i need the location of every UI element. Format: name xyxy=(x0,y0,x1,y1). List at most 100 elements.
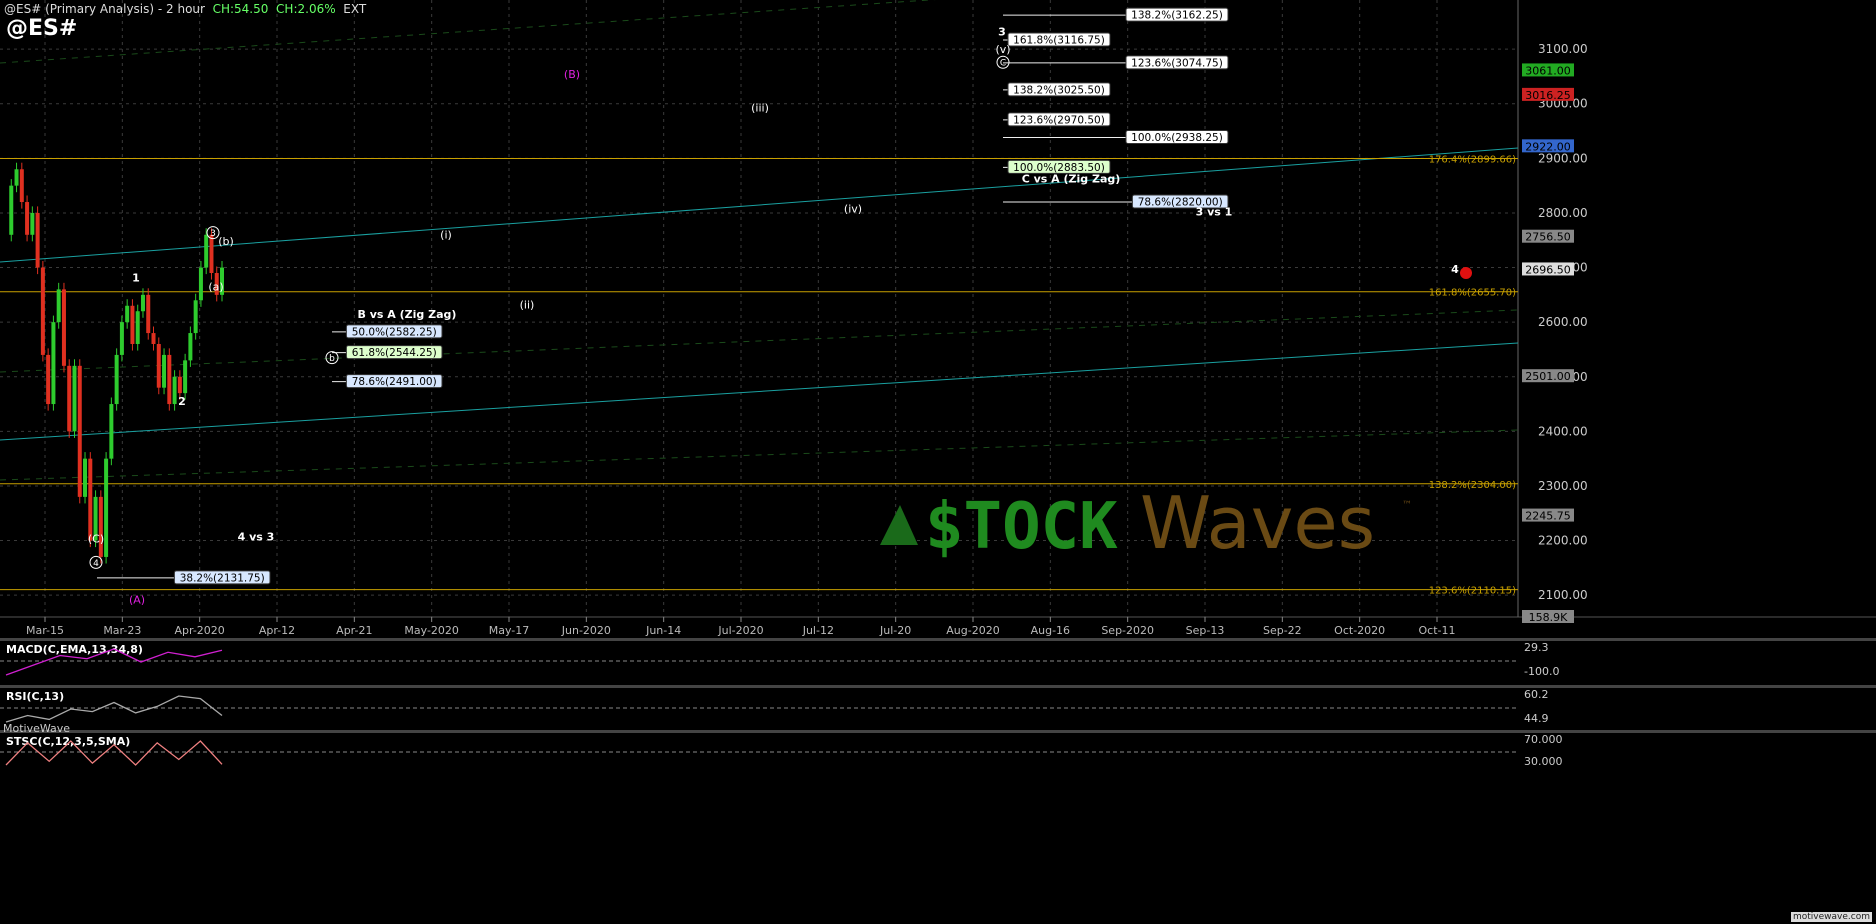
candle-body xyxy=(30,212,35,235)
candle-body xyxy=(156,343,161,388)
xtick-label: Aug-16 xyxy=(1031,624,1070,637)
xtick-label: Jul-2020 xyxy=(717,624,763,637)
fib-level-label: 123.6%(2110.15) xyxy=(1429,586,1516,597)
candle-body xyxy=(162,354,167,388)
panel-ytick-label: 70.000 xyxy=(1524,733,1563,746)
channel-dash-3 xyxy=(0,309,1519,373)
candle-body xyxy=(109,404,114,459)
candle-body xyxy=(130,305,135,344)
logo-stock-text: $TOCK xyxy=(925,490,1118,564)
footer-link[interactable]: motivewave.com xyxy=(1791,912,1872,922)
candle-body xyxy=(167,354,172,405)
wave-circle-label: C xyxy=(1000,59,1006,69)
xtick-label: Jun-2020 xyxy=(561,624,611,637)
wave-label: B vs A (Zig Zag) xyxy=(358,308,457,321)
axis-price-tag-label: 2501.00 xyxy=(1525,370,1571,383)
axis-price-tag-label: 3016.25 xyxy=(1525,89,1571,102)
wave-label: 4 xyxy=(1451,263,1459,276)
axis-price-tag-label: 2245.75 xyxy=(1525,510,1571,523)
candle-body xyxy=(14,169,19,186)
target-label: 138.2%(3162.25) xyxy=(1131,10,1223,22)
ytick-label: 2800.00 xyxy=(1538,206,1588,220)
wave-circle-label: 4 xyxy=(93,559,99,569)
panel-ytick-label: 44.9 xyxy=(1524,712,1549,725)
ytick-label: 2900.00 xyxy=(1538,151,1588,165)
panel-ytick-label: 29.3 xyxy=(1524,641,1549,654)
target-label: 138.2%(3025.50) xyxy=(1013,84,1105,96)
candle-body xyxy=(172,376,177,405)
xtick-label: Apr-21 xyxy=(336,624,372,637)
wave-label: 4 vs 3 xyxy=(238,531,275,544)
logo-triangle-icon xyxy=(880,505,918,545)
candle-body xyxy=(140,294,145,312)
candle-body xyxy=(83,458,88,497)
ytick-label: 2100.00 xyxy=(1538,588,1588,602)
candle-body xyxy=(146,294,151,334)
candle-body xyxy=(56,289,61,323)
wave-label: (A) xyxy=(129,593,145,606)
axis-price-tag-label: 2756.50 xyxy=(1525,231,1571,244)
wave-label: (B) xyxy=(564,68,580,81)
wave-label: (v) xyxy=(995,43,1010,56)
fib-level-label: 161.8%(2655.70) xyxy=(1429,288,1516,299)
candle-body xyxy=(72,365,77,432)
fib-level-label: 176.4%(2899.66) xyxy=(1429,155,1516,166)
logo-waves-text: Waves xyxy=(1140,481,1375,565)
candle-body xyxy=(119,322,124,355)
alert-icon xyxy=(1460,267,1472,280)
target-label: 61.8%(2544.25) xyxy=(352,347,437,359)
candle-body xyxy=(40,267,45,355)
ytick-label: 3100.00 xyxy=(1538,42,1588,56)
candle-body xyxy=(61,289,66,366)
target-label: 161.8%(3116.75) xyxy=(1013,34,1105,46)
target-label: 38.2%(2131.75) xyxy=(180,572,265,584)
fib-level-label: 138.2%(2304.00) xyxy=(1429,480,1516,491)
xtick-label: Sep-2020 xyxy=(1101,624,1154,637)
axis-price-tag-label: 3061.00 xyxy=(1525,64,1571,77)
panel-title: MACD(C,EMA,13,34,8) xyxy=(6,643,143,656)
wave-label: 1 xyxy=(132,272,140,285)
xtick-label: Jul-12 xyxy=(802,624,834,637)
candle-body xyxy=(104,458,109,557)
panel-title: RSI(C,13) xyxy=(6,690,64,703)
candle-body xyxy=(98,496,103,557)
xtick-label: Oct-11 xyxy=(1419,624,1456,637)
xtick-label: Jun-14 xyxy=(645,624,681,637)
wave-label: 3 vs 1 xyxy=(1196,206,1233,219)
wave-label: (b) xyxy=(218,235,234,248)
logo-tm-text: ™ xyxy=(1402,500,1412,511)
candle-body xyxy=(51,322,56,405)
chart-header: @ES# (Primary Analysis) - 2 hour CH:54.5… xyxy=(4,2,366,16)
wave-label: 2 xyxy=(178,395,186,408)
xtick-label: Mar-23 xyxy=(103,624,141,637)
xtick-label: Oct-2020 xyxy=(1334,624,1385,637)
wave-label: C vs A (Zig Zag) xyxy=(1022,172,1121,185)
candle-body xyxy=(204,234,209,268)
wave-circle-label: 3 xyxy=(210,229,216,239)
wave-circle-label: b xyxy=(329,354,335,364)
symbol-label: @ES# xyxy=(6,16,78,41)
candle-body xyxy=(177,376,182,394)
change-value: CH:54.50 xyxy=(212,2,269,16)
xtick-label: May-17 xyxy=(489,624,530,637)
candle-body xyxy=(25,202,30,235)
candle-body xyxy=(77,365,82,497)
session-label: EXT xyxy=(343,2,367,16)
candle-body xyxy=(19,169,24,203)
axis-price-tag-label: 2922.00 xyxy=(1525,140,1571,153)
candle-body xyxy=(9,185,14,235)
candle-body xyxy=(198,267,203,301)
ytick-label: 2200.00 xyxy=(1538,534,1588,548)
candle-body xyxy=(151,333,156,344)
candle-body xyxy=(35,212,40,268)
candle-body xyxy=(46,354,51,405)
chart-title: @ES# (Primary Analysis) - 2 hour xyxy=(4,2,205,16)
xtick-label: Jul-20 xyxy=(879,624,911,637)
xtick-label: May-2020 xyxy=(404,624,459,637)
xtick-label: Aug-2020 xyxy=(946,624,999,637)
wave-label: (ii) xyxy=(520,299,535,312)
chart-canvas[interactable]: Mar-15 Mar-23 Apr-2020 Apr-12 Apr-21 May-2020… xyxy=(0,0,1876,924)
axis-price-tag-label: 158.9K xyxy=(1529,611,1568,624)
panel-ytick-label: -100.0 xyxy=(1524,665,1559,678)
candle-body xyxy=(188,333,193,361)
